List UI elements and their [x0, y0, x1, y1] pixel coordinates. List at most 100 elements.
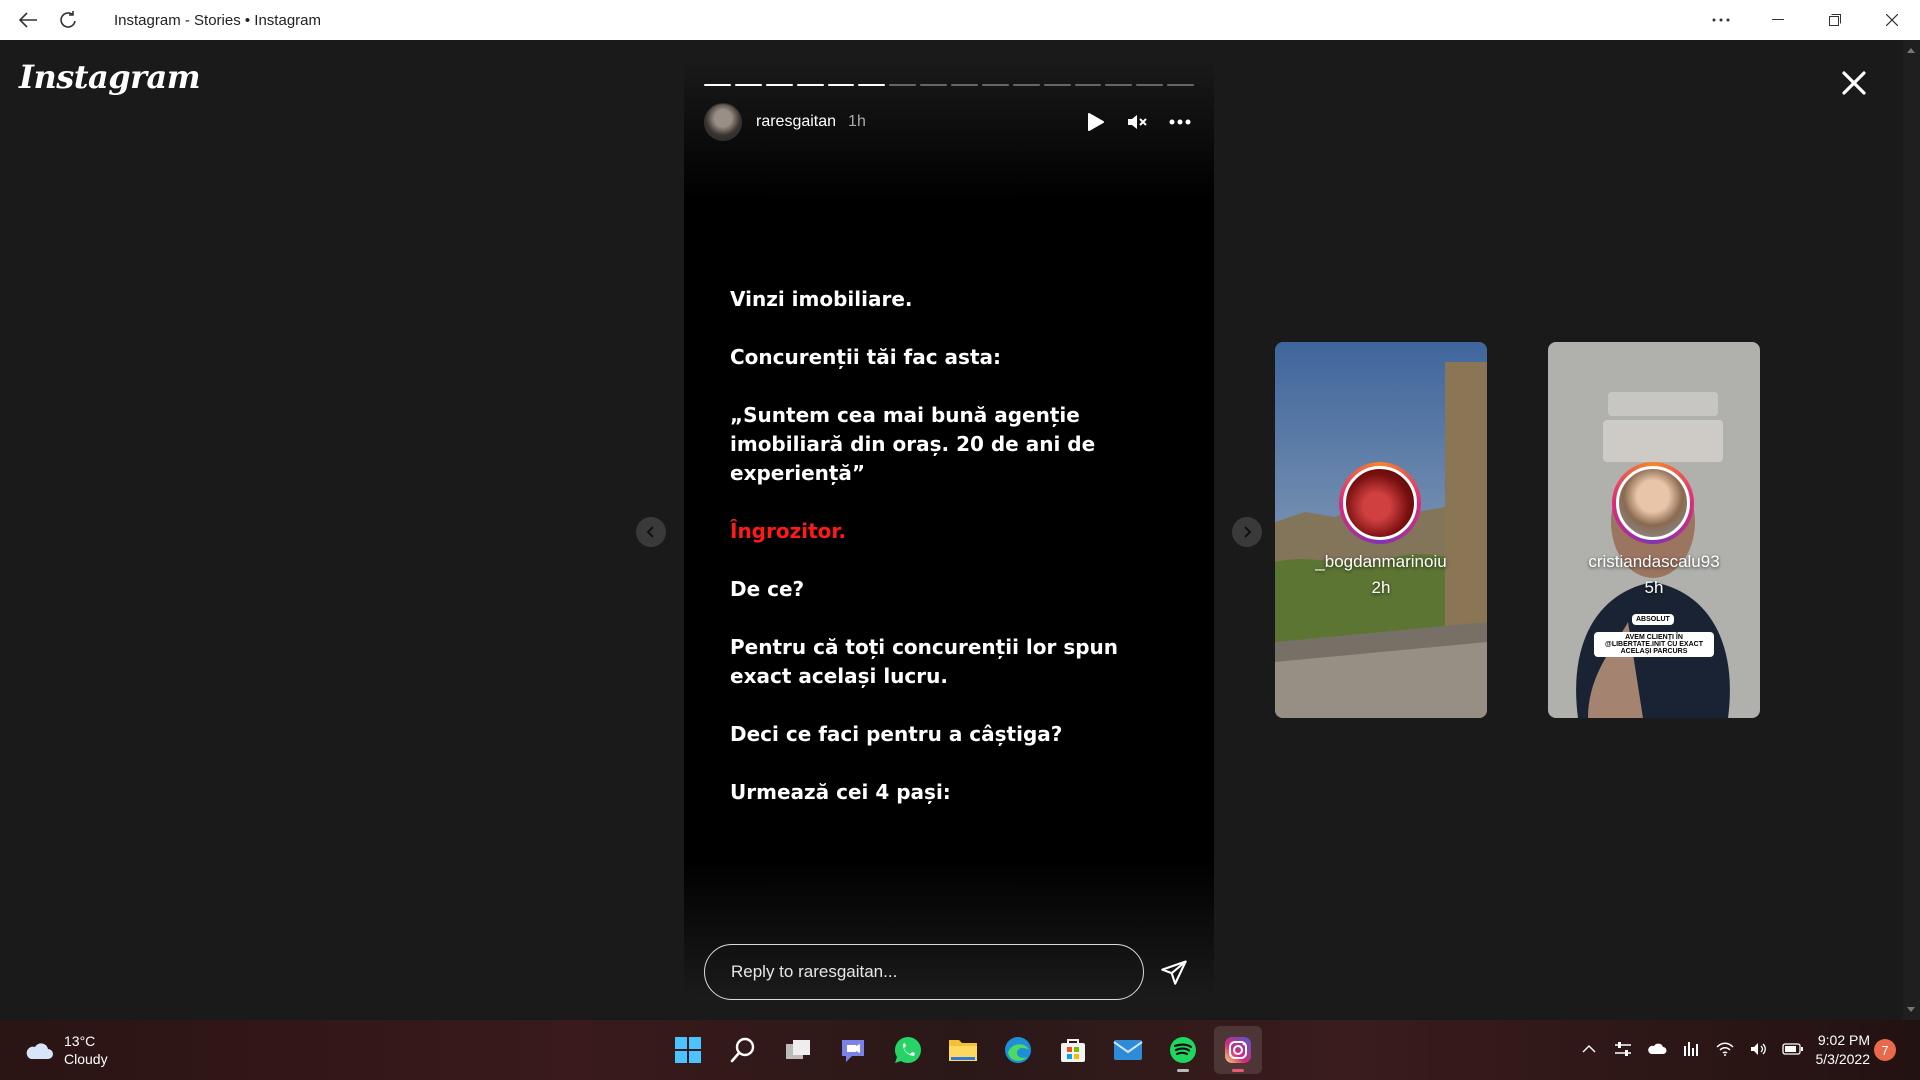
back-arrow-icon: [18, 12, 37, 28]
close-window-button[interactable]: [1863, 0, 1920, 40]
microsoft-store-app[interactable]: [1049, 1026, 1097, 1074]
progress-segment: [951, 84, 978, 86]
story-line: „Suntem cea mai bună agenție imobiliară …: [730, 403, 1096, 485]
whatsapp-app[interactable]: [884, 1026, 932, 1074]
taskbar: 13°C Cloudy 9:02 PM 5/3/2022 7: [0, 1020, 1920, 1080]
mail-icon: [1113, 1040, 1143, 1060]
send-button[interactable]: [1154, 952, 1194, 992]
cloud-icon: [26, 1043, 53, 1059]
chevron-up-icon: [1582, 1045, 1596, 1053]
system-tray: [1578, 1038, 1804, 1060]
show-hidden-icons-button[interactable]: [1578, 1038, 1600, 1060]
audio-meter-button[interactable]: [1680, 1038, 1702, 1060]
progress-segment: [827, 84, 855, 86]
progress-segment: [1012, 84, 1040, 86]
close-stories-button[interactable]: [1836, 65, 1872, 101]
preview-caption: AVEM CLIENȚI ÎN @LIBERTATE.INIT CU EXACT…: [1594, 632, 1714, 657]
send-icon: [1161, 960, 1187, 985]
instagram-logo[interactable]: Instagram: [19, 58, 201, 96]
story-time: 1h: [848, 113, 866, 130]
story-header: raresgaitan 1h: [704, 102, 1194, 142]
search-icon: [730, 1037, 755, 1063]
progress-segment: [889, 84, 917, 86]
progress-segment: [1105, 84, 1133, 86]
play-button[interactable]: [1082, 108, 1110, 136]
close-icon: [1885, 14, 1898, 26]
window-title: Instagram - Stories • Instagram: [114, 11, 321, 29]
next-story-button[interactable]: [1232, 517, 1262, 547]
running-indicator: [1177, 1069, 1189, 1072]
weather-temp: 13°C: [64, 1033, 96, 1049]
edge-app[interactable]: [994, 1026, 1042, 1074]
progress-segment: [796, 84, 824, 86]
progress-segment: [704, 84, 731, 86]
mail-app[interactable]: [1104, 1026, 1152, 1074]
sliders-icon: [1615, 1042, 1631, 1056]
onedrive-button[interactable]: [1646, 1038, 1668, 1060]
scrollbar[interactable]: [1903, 40, 1920, 1020]
preview-username: _bogdanmarinoiu: [1315, 552, 1447, 571]
task-view-button[interactable]: [774, 1026, 822, 1074]
folder-icon: [949, 1040, 977, 1061]
store-icon: [1061, 1039, 1085, 1062]
story-options-button[interactable]: [1166, 108, 1194, 136]
chevron-right-icon: [1244, 526, 1252, 538]
mute-button[interactable]: [1124, 108, 1152, 136]
settings-tray-button[interactable]: [1612, 1038, 1634, 1060]
more-options-button[interactable]: [1692, 0, 1749, 40]
weather-desc: Cloudy: [64, 1051, 108, 1067]
restore-icon: [1828, 14, 1841, 26]
notification-badge[interactable]: 7: [1874, 1039, 1896, 1061]
progress-segment: [920, 84, 947, 86]
next-story-preview[interactable]: _bogdanmarinoiu 2h: [1275, 342, 1487, 718]
story-text: Vinzi imobiliare. Concurenții tăi fac as…: [730, 285, 1180, 836]
wifi-button[interactable]: [1714, 1038, 1736, 1060]
story-card[interactable]: raresgaitan 1h Vinzi imobiliare. Concure…: [684, 60, 1214, 1000]
refresh-button[interactable]: [48, 0, 88, 40]
more-horizontal-icon: [1169, 119, 1191, 125]
edge-icon: [1005, 1037, 1031, 1063]
reply-input[interactable]: Reply to raresgaitan...: [704, 944, 1144, 1000]
weather-widget[interactable]: 13°C Cloudy: [24, 1032, 108, 1068]
back-button[interactable]: [8, 0, 48, 40]
taskbar-apps: [664, 1026, 1262, 1074]
avatar-ring: [1339, 462, 1421, 544]
progress-segment: [1043, 84, 1071, 86]
story-line: Pentru că toți concurenții lor spun exac…: [730, 635, 1119, 688]
minimize-icon: [1771, 19, 1784, 20]
file-explorer-app[interactable]: [939, 1026, 987, 1074]
story-line: Vinzi imobiliare.: [730, 287, 913, 311]
taskbar-clock[interactable]: 9:02 PM 5/3/2022: [1800, 1031, 1871, 1069]
close-icon: [1842, 71, 1866, 95]
progress-segment: [1136, 84, 1164, 86]
progress-segment: [981, 84, 1009, 86]
speaker-muted-icon: [1128, 115, 1147, 129]
cloud-icon: [1648, 1043, 1667, 1054]
clock-time: 9:02 PM: [1817, 1032, 1870, 1048]
teams-chat-app[interactable]: [829, 1026, 877, 1074]
whatsapp-icon: [894, 1036, 921, 1064]
avatar: [1343, 466, 1417, 540]
scroll-up-icon[interactable]: [1907, 48, 1915, 53]
spotify-icon: [1170, 1037, 1196, 1063]
instagram-app[interactable]: [1214, 1026, 1262, 1074]
avatar[interactable]: [704, 103, 742, 141]
clock-date: 5/3/2022: [1815, 1051, 1871, 1067]
progress-segment: [765, 84, 793, 86]
story-username[interactable]: raresgaitan: [756, 113, 836, 131]
restore-button[interactable]: [1806, 0, 1863, 40]
next-story-preview[interactable]: cristiandascalu93 5h ABSOLUT AVEM CLIENȚ…: [1548, 342, 1760, 718]
search-button[interactable]: [719, 1026, 767, 1074]
scroll-down-icon[interactable]: [1907, 1007, 1915, 1012]
start-button[interactable]: [664, 1026, 712, 1074]
progress-segment: [858, 84, 886, 86]
previous-story-button[interactable]: [636, 517, 666, 547]
spotify-app[interactable]: [1159, 1026, 1207, 1074]
progress-segment: [1167, 84, 1194, 86]
title-bar: Instagram - Stories • Instagram: [0, 0, 1920, 40]
running-indicator: [1232, 1069, 1244, 1072]
avatar: [1616, 466, 1690, 540]
minimize-button[interactable]: [1749, 0, 1806, 40]
volume-button[interactable]: [1748, 1038, 1770, 1060]
avatar-ring: [1612, 462, 1694, 544]
